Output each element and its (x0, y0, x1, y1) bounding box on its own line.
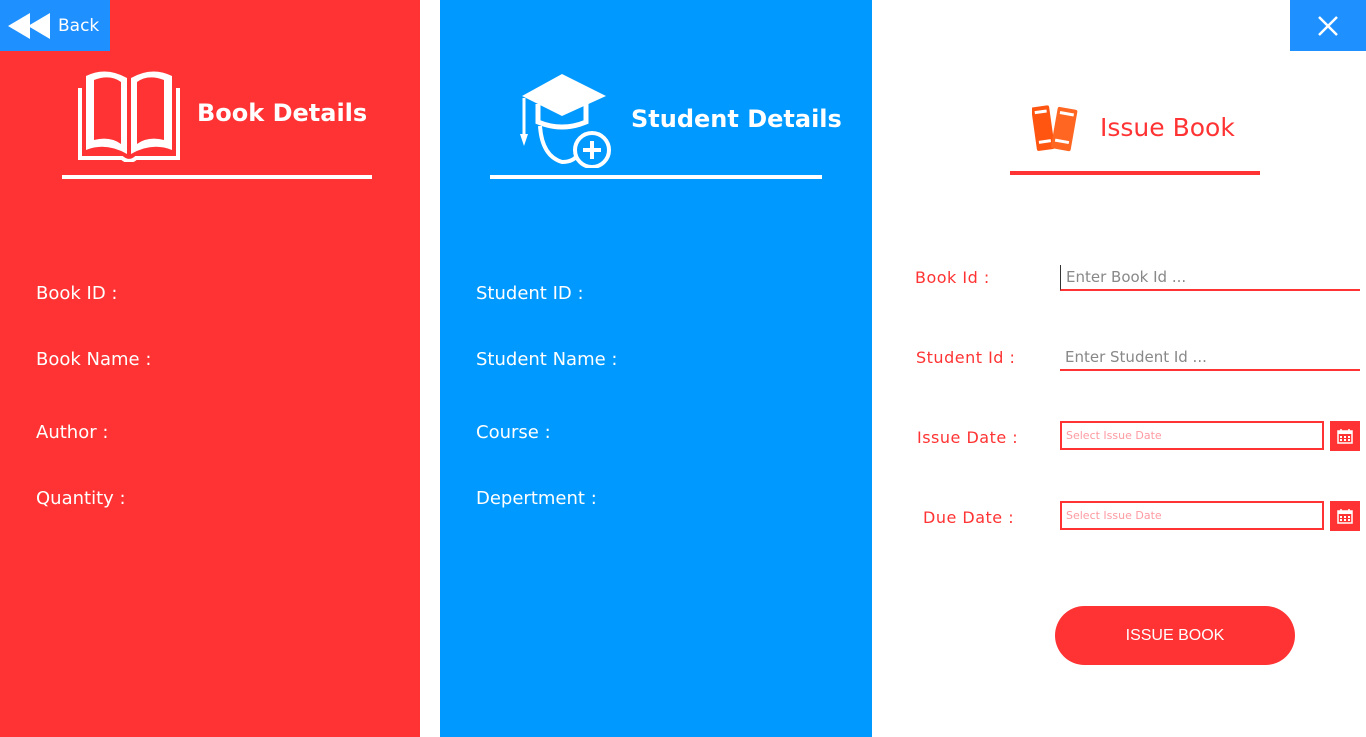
student-name-label: Student Name : (476, 349, 618, 370)
back-button[interactable]: Back (0, 0, 110, 51)
back-label: Back (58, 15, 100, 36)
close-icon (1318, 15, 1338, 36)
student-id-label: Student ID : (476, 283, 584, 304)
rewind-icon (8, 12, 50, 39)
calendar-icon (1337, 429, 1353, 444)
issue-date-calendar-button[interactable] (1330, 421, 1360, 451)
book-details-title: Book Details (197, 99, 368, 127)
issue-book-underline (1010, 171, 1260, 175)
department-label: Depertment : (476, 488, 597, 509)
due-date-input[interactable] (1060, 501, 1324, 530)
issue-book-panel: Issue Book Book Id : Student Id : Issue … (872, 0, 1366, 737)
issue-date-field-label: Issue Date : (917, 428, 1019, 447)
student-details-panel: Student Details Student ID : Student Nam… (440, 0, 872, 737)
student-details-underline (490, 175, 822, 179)
author-label: Author : (36, 422, 109, 443)
book-id-field-label: Book Id : (915, 268, 990, 287)
issue-book-button[interactable]: ISSUE BOOK (1055, 606, 1295, 665)
quantity-label: Quantity : (36, 488, 126, 509)
books-icon (1032, 105, 1078, 152)
student-id-field-label: Student Id : (916, 348, 1016, 367)
student-details-title: Student Details (631, 105, 842, 133)
book-details-panel: Back Book Details Book ID : Book Name : … (0, 0, 420, 737)
due-date-calendar-button[interactable] (1330, 501, 1360, 531)
book-details-underline (62, 175, 372, 179)
graduate-add-icon (520, 74, 611, 168)
issue-book-title: Issue Book (1100, 113, 1235, 142)
student-id-input[interactable] (1060, 345, 1360, 371)
calendar-icon (1337, 509, 1353, 524)
close-button[interactable] (1290, 0, 1366, 51)
book-name-label: Book Name : (36, 349, 152, 370)
issue-date-input[interactable] (1060, 421, 1324, 450)
book-id-label: Book ID : (36, 283, 118, 304)
book-icon (78, 71, 180, 162)
course-label: Course : (476, 422, 551, 443)
due-date-field-label: Due Date : (923, 508, 1015, 527)
book-id-input[interactable] (1060, 265, 1360, 291)
